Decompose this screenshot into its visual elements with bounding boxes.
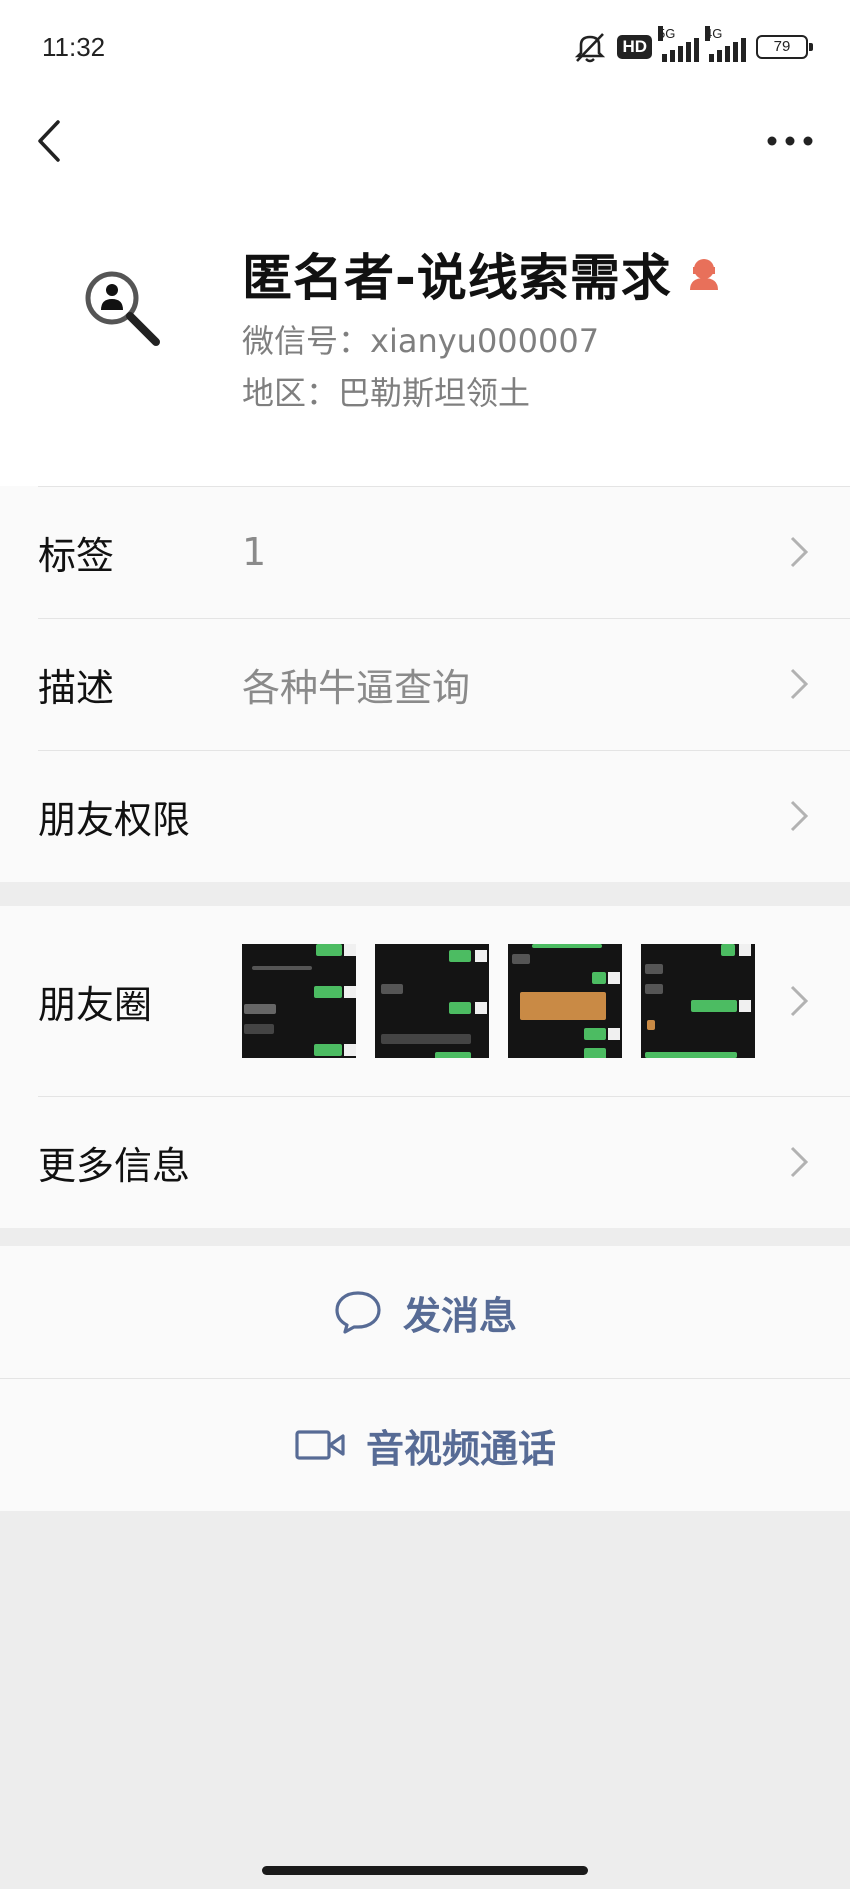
moment-thumbnail	[508, 944, 622, 1058]
send-message-button[interactable]: 发消息	[0, 1246, 850, 1378]
name-row: 匿名者-说线索需求	[242, 238, 724, 310]
wechat-id: 微信号：xianyu000007	[242, 322, 600, 360]
chevron-right-icon	[790, 668, 809, 700]
signal-5g-icon: 5G	[658, 26, 699, 62]
moment-thumbnail	[375, 944, 489, 1058]
chevron-right-icon	[790, 1146, 809, 1178]
description-label: 描述	[38, 665, 115, 710]
profile-header: 匿名者-说线索需求 微信号：xianyu000007 地区：巴勒斯坦领土	[0, 186, 850, 486]
chevron-right-icon	[790, 536, 809, 568]
info-section: 标签 1 描述 各种牛逼查询 朋友权限	[0, 486, 850, 882]
female-icon	[689, 259, 718, 290]
top-nav	[0, 96, 850, 186]
more-dots-icon[interactable]	[760, 121, 820, 161]
more-info-label: 更多信息	[38, 1143, 191, 1188]
tags-row[interactable]: 标签 1	[0, 486, 850, 618]
region: 地区：巴勒斯坦领土	[242, 374, 531, 412]
send-message-label: 发消息	[402, 1293, 517, 1338]
permissions-row[interactable]: 朋友权限	[0, 750, 850, 882]
tags-value: 1	[242, 530, 267, 574]
status-time: 11:32	[42, 32, 106, 62]
chevron-right-icon	[790, 800, 809, 832]
moments-section: 朋友圈 更多信息	[0, 906, 850, 1228]
chat-bubble-icon	[335, 1291, 381, 1334]
av-call-button[interactable]: 音视频通话	[0, 1379, 850, 1511]
description-value: 各种牛逼查询	[242, 665, 471, 710]
moments-label: 朋友圈	[38, 982, 153, 1027]
moments-row[interactable]: 朋友圈	[0, 906, 850, 1096]
status-icons: HD 5G 4G 79	[573, 26, 813, 64]
signal-4g-icon: 4G	[705, 26, 746, 62]
battery-indicator: 79	[756, 35, 813, 59]
chevron-left-icon[interactable]	[30, 116, 80, 166]
mute-bell-icon	[575, 33, 606, 63]
permissions-label: 朋友权限	[38, 797, 191, 842]
status-bar: 11:32 HD 5G 4G 79	[0, 0, 850, 96]
divider	[38, 1096, 850, 1097]
moments-thumbnails	[242, 944, 755, 1058]
description-row[interactable]: 描述 各种牛逼查询	[0, 618, 850, 750]
chevron-right-icon	[790, 985, 809, 1017]
contact-name: 匿名者-说线索需求	[242, 249, 672, 307]
home-indicator[interactable]	[262, 1866, 588, 1875]
video-camera-icon	[295, 1430, 345, 1460]
moment-thumbnail	[242, 944, 356, 1058]
moment-thumbnail	[641, 944, 755, 1058]
more-info-row[interactable]: 更多信息	[0, 1096, 850, 1228]
av-call-label: 音视频通话	[365, 1426, 556, 1471]
hd-badge: HD	[617, 35, 652, 59]
divider	[38, 750, 850, 751]
divider	[38, 618, 850, 619]
tags-label: 标签	[38, 533, 115, 578]
divider	[38, 486, 850, 487]
magnifier-person-icon[interactable]	[70, 256, 180, 366]
